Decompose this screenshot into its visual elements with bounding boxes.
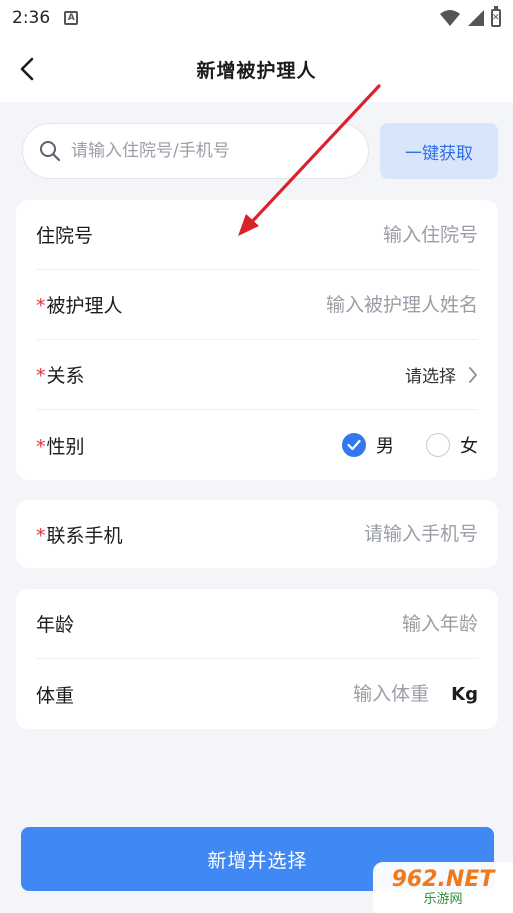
chevron-left-icon (20, 57, 34, 81)
gender-label: *性别 (36, 435, 85, 458)
hospital-no-label: 住院号 (36, 225, 94, 247)
status-bar: 2:36 A ✕ (0, 0, 513, 36)
watermark-brand: 962.NET (391, 866, 495, 892)
search-icon (40, 141, 61, 162)
wifi-icon (440, 10, 460, 26)
weight-input[interactable] (229, 683, 430, 705)
gender-male-label: 男 (376, 436, 394, 457)
radio-checked-icon (342, 433, 366, 457)
gender-female-label: 女 (460, 436, 478, 457)
search-box[interactable] (22, 123, 369, 179)
gender-radio-group: 男 女 (342, 432, 478, 458)
gender-male-radio[interactable]: 男 (342, 432, 394, 458)
nav-bar: 新增被护理人 (0, 36, 513, 102)
relation-select[interactable]: 请选择 (405, 362, 478, 387)
age-row: 年龄 (36, 589, 478, 659)
required-mark: * (36, 435, 46, 458)
gender-female-radio[interactable]: 女 (426, 432, 478, 458)
body-info-card: 年龄 体重 Kg (16, 589, 498, 729)
back-button[interactable] (12, 52, 42, 86)
relation-select-value: 请选择 (405, 367, 456, 387)
status-indicators: ✕ (439, 6, 501, 27)
notification-app-icon: A (64, 11, 79, 25)
phone-input[interactable] (238, 523, 478, 545)
patient-info-card: 住院号 *被护理人 *关系 请选择 *性别 男 女 (16, 200, 498, 480)
watermark-sub: 乐游网 (423, 891, 463, 907)
watermark-logo: 962.NET 乐游网 (373, 862, 513, 913)
patient-name-input[interactable] (238, 293, 478, 316)
contact-card: *联系手机 (16, 500, 498, 568)
weight-label: 体重 (36, 684, 75, 707)
weight-unit: Kg (451, 683, 478, 705)
patient-name-label: *被护理人 (36, 295, 123, 317)
radio-unchecked-icon (426, 433, 450, 457)
weight-row: 体重 Kg (36, 659, 478, 729)
age-input[interactable] (238, 612, 478, 635)
battery-icon: ✕ (491, 6, 501, 27)
status-time: 2:36 (12, 8, 51, 28)
phone-label: *联系手机 (36, 524, 123, 547)
relation-row: *关系 请选择 (36, 340, 478, 410)
phone-row: *联系手机 (36, 500, 478, 568)
signal-icon (468, 10, 484, 26)
gender-row: *性别 男 女 (36, 410, 478, 480)
required-mark: * (36, 524, 46, 547)
relation-label: *关系 (36, 365, 85, 387)
fetch-button[interactable]: 一键获取 (380, 123, 498, 179)
page-title: 新增被护理人 (196, 59, 317, 82)
chevron-right-icon (469, 366, 477, 383)
required-mark: * (36, 295, 46, 317)
age-label: 年龄 (36, 614, 75, 636)
hospital-no-row: 住院号 (36, 200, 478, 270)
hospital-no-input[interactable] (238, 223, 478, 246)
required-mark: * (36, 365, 46, 387)
patient-name-row: *被护理人 (36, 270, 478, 340)
search-input[interactable] (71, 141, 351, 161)
